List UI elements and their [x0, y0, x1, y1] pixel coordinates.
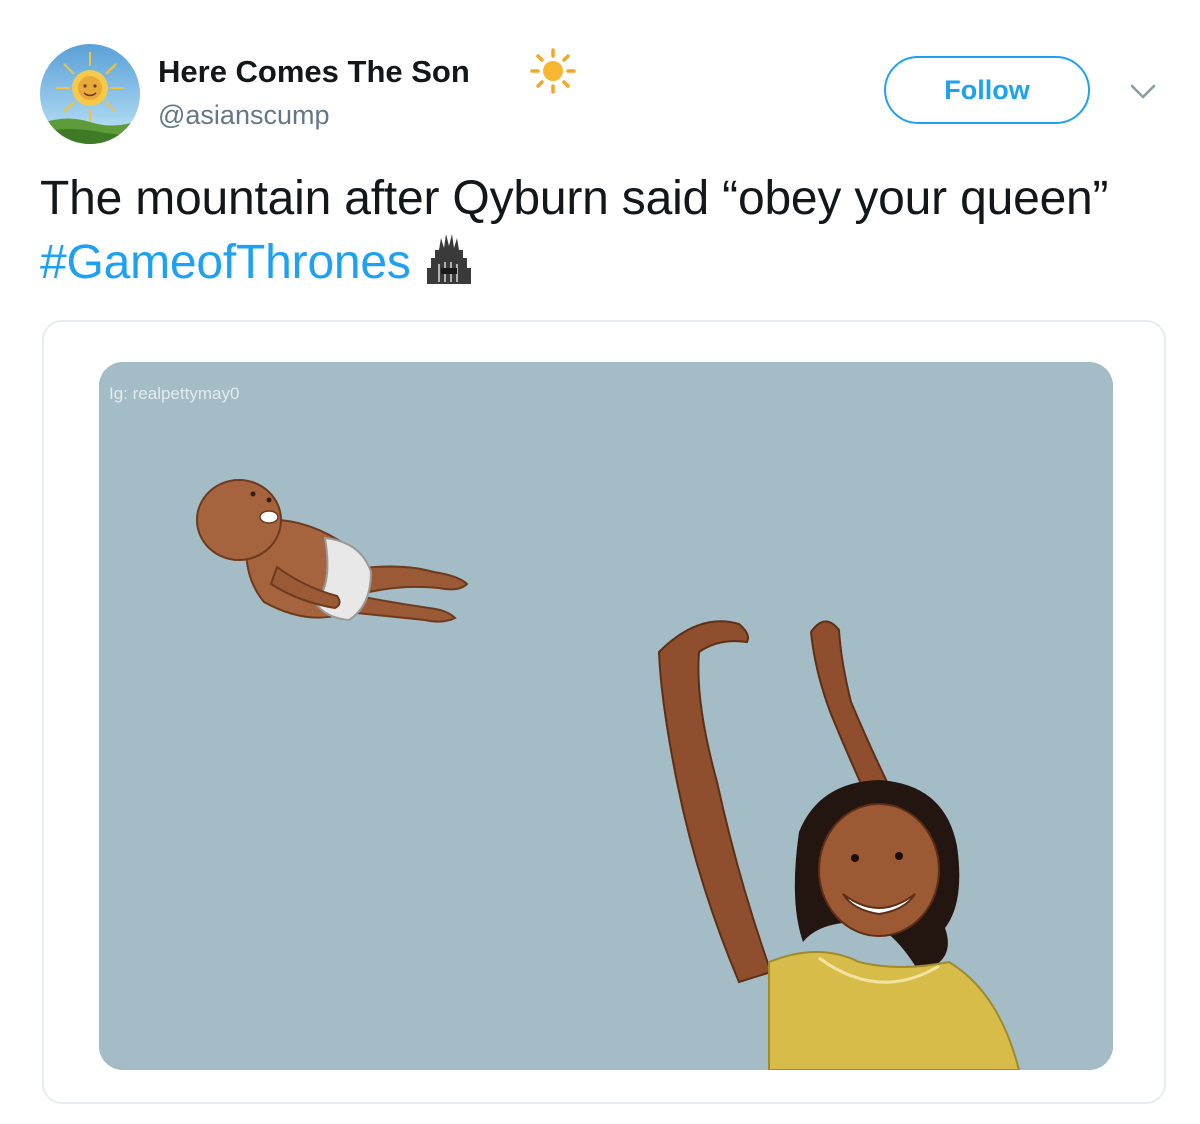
image-watermark: Ig: realpettymay0 — [109, 384, 240, 403]
chevron-down-icon[interactable] — [1126, 80, 1160, 104]
display-name[interactable]: Here Comes The Son — [158, 54, 470, 90]
iron-throne-icon — [419, 228, 479, 290]
tweet-body: The mountain after Qyburn said “obey you… — [40, 172, 1109, 225]
follow-button[interactable]: Follow — [884, 56, 1090, 124]
sun-emoji-icon — [528, 46, 578, 96]
media-card[interactable]: Ig: realpettymay0 — [42, 320, 1166, 1104]
tweet: Here Comes The Son @asianscump Follow Th… — [0, 0, 1200, 1124]
tweet-text: The mountain after Qyburn said “obey you… — [40, 170, 1170, 292]
meme-illustration — [99, 362, 1113, 1070]
avatar-image — [40, 44, 140, 144]
hashtag-link[interactable]: #GameofThrones — [40, 236, 411, 289]
avatar[interactable] — [40, 44, 140, 144]
meme-image[interactable]: Ig: realpettymay0 — [99, 362, 1113, 1070]
user-handle[interactable]: @asianscump — [158, 100, 329, 131]
